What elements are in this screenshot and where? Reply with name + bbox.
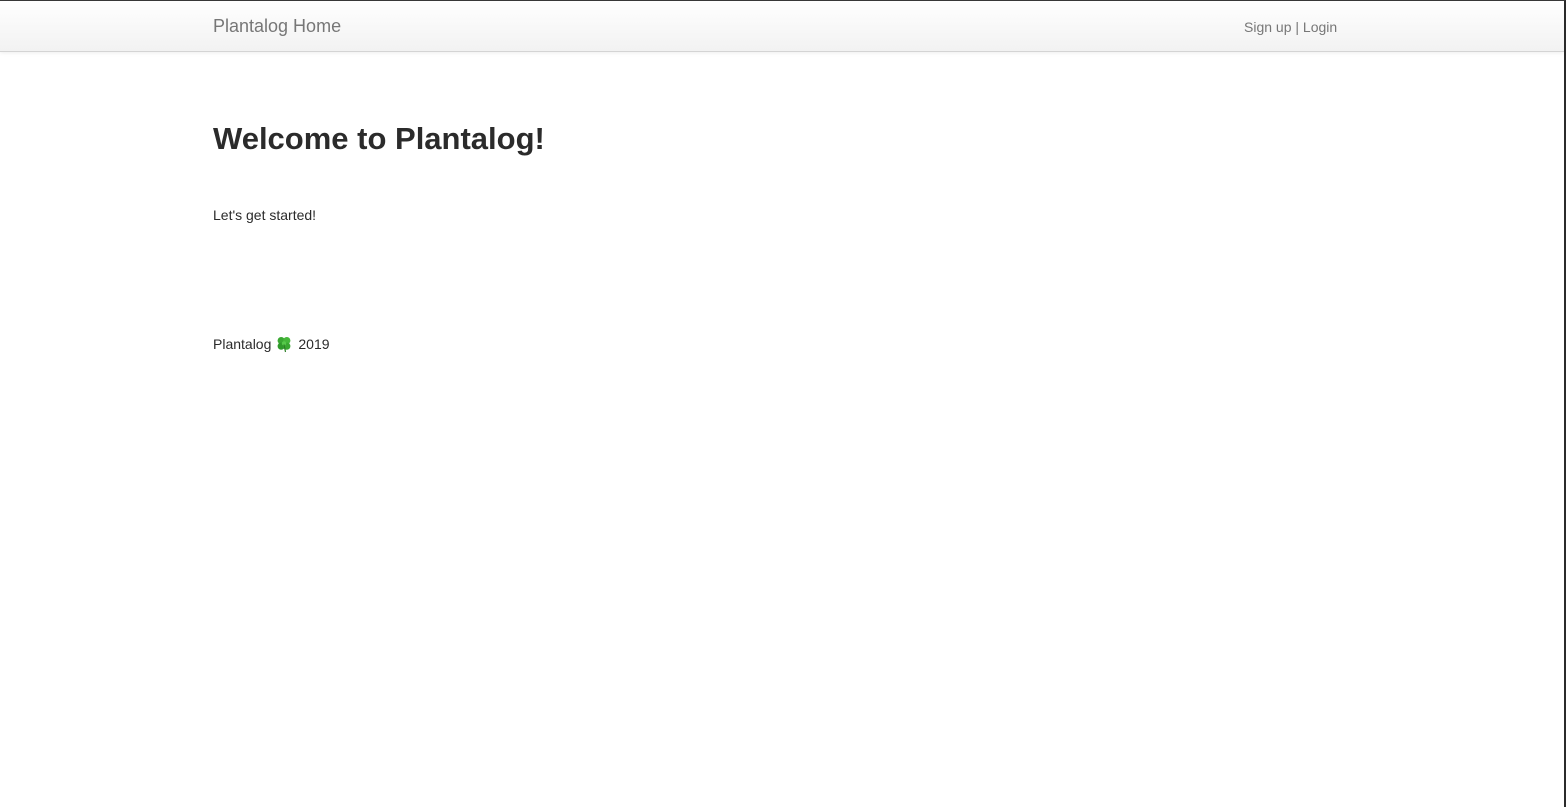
page-title: Welcome to Plantalog! [213, 121, 545, 156]
four-leaf-clover-icon [275, 335, 293, 353]
brand-home-link[interactable]: Plantalog Home [213, 16, 341, 36]
page-footer: Plantalog 2019 [213, 334, 330, 354]
auth-links: Sign up | Login [1244, 18, 1337, 36]
top-navbar: Plantalog Home Sign up | Login [0, 1, 1564, 52]
footer-year: 2019 [298, 336, 330, 352]
intro-text: Let's get started! [213, 207, 317, 223]
page-frame: Plantalog Home Sign up | Login Welcome t… [0, 0, 1566, 807]
sign-up-link[interactable]: Sign up [1244, 19, 1291, 35]
footer-name: Plantalog [213, 336, 272, 352]
login-link[interactable]: Login [1303, 19, 1337, 35]
nav-separator: | [1295, 19, 1303, 35]
